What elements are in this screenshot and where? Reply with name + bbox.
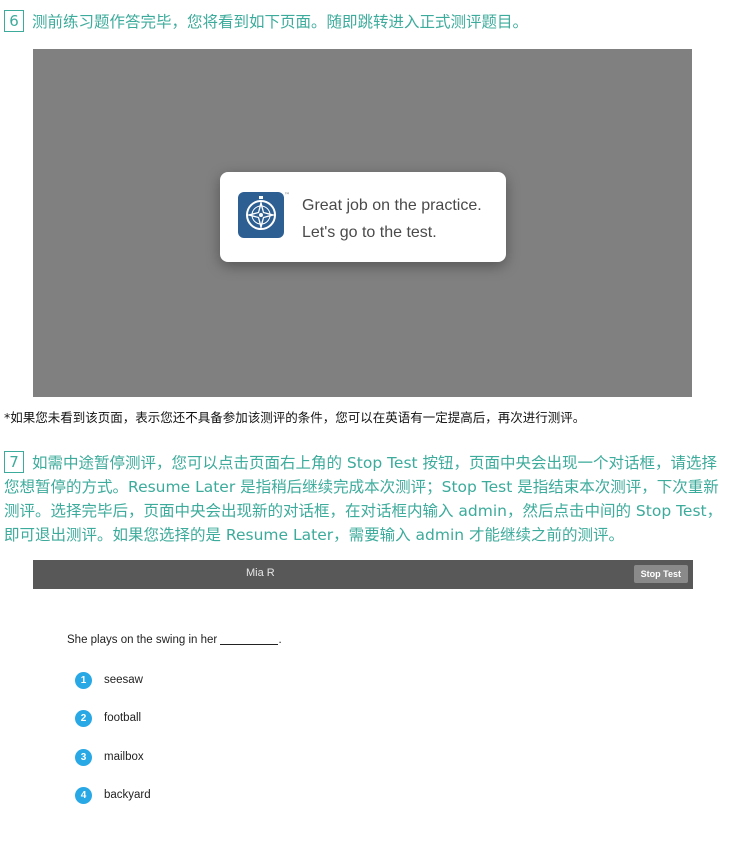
step-7-text: 如需中途暂停测评，您可以点击页面右上角的 Stop Test 按钮，页面中央会出… bbox=[4, 454, 723, 544]
dialog-message: Great job on the practice. Let's go to t… bbox=[302, 192, 482, 246]
option-label: football bbox=[104, 712, 142, 724]
stop-test-button[interactable]: Stop Test bbox=[633, 565, 688, 583]
option-label: seesaw bbox=[104, 674, 143, 686]
user-name: Mia R bbox=[246, 567, 275, 579]
option-label: backyard bbox=[104, 789, 151, 801]
practice-complete-dialog: ™ Great job on the practice. Let's go to… bbox=[220, 172, 506, 262]
question-text: She plays on the swing in her . bbox=[67, 634, 282, 646]
answer-option-1[interactable]: 1 seesaw bbox=[75, 672, 275, 690]
footnote: *如果您未看到该页面，表示您还不具备参加该测评的条件，您可以在英语有一定提高后，… bbox=[4, 410, 586, 425]
dialog-line-1: Great job on the practice. bbox=[302, 197, 482, 214]
option-number-badge: 3 bbox=[75, 749, 92, 766]
step-number-badge: 6 bbox=[4, 10, 24, 32]
answer-option-4[interactable]: 4 backyard bbox=[75, 787, 275, 805]
dialog-line-2: Let's go to the test. bbox=[302, 224, 437, 241]
compass-icon bbox=[238, 192, 284, 238]
step-7-paragraph: 7 如需中途暂停测评，您可以点击页面右上角的 Stop Test 按钮，页面中央会… bbox=[4, 451, 726, 547]
option-number-badge: 1 bbox=[75, 672, 92, 689]
option-number-badge: 4 bbox=[75, 787, 92, 804]
question-suffix: . bbox=[278, 634, 282, 646]
answer-option-3[interactable]: 3 mailbox bbox=[75, 749, 275, 767]
option-label: mailbox bbox=[104, 751, 144, 763]
question-prefix: She plays on the swing in her bbox=[67, 634, 218, 646]
practice-complete-screenshot: ™ Great job on the practice. Let's go to… bbox=[33, 49, 692, 397]
answer-blank bbox=[220, 634, 279, 645]
option-number-badge: 2 bbox=[75, 710, 92, 727]
trademark-symbol: ™ bbox=[284, 192, 290, 199]
step-6-heading: 6 测前练习题作答完毕，您将看到如下页面。随即跳转进入正式测评题目。 bbox=[4, 10, 734, 34]
answer-option-2[interactable]: 2 football bbox=[75, 710, 275, 728]
step-number-badge: 7 bbox=[4, 451, 24, 473]
test-top-bar: Mia R Stop Test bbox=[33, 560, 693, 589]
step-6-text: 测前练习题作答完毕，您将看到如下页面。随即跳转进入正式测评题目。 bbox=[32, 13, 529, 31]
